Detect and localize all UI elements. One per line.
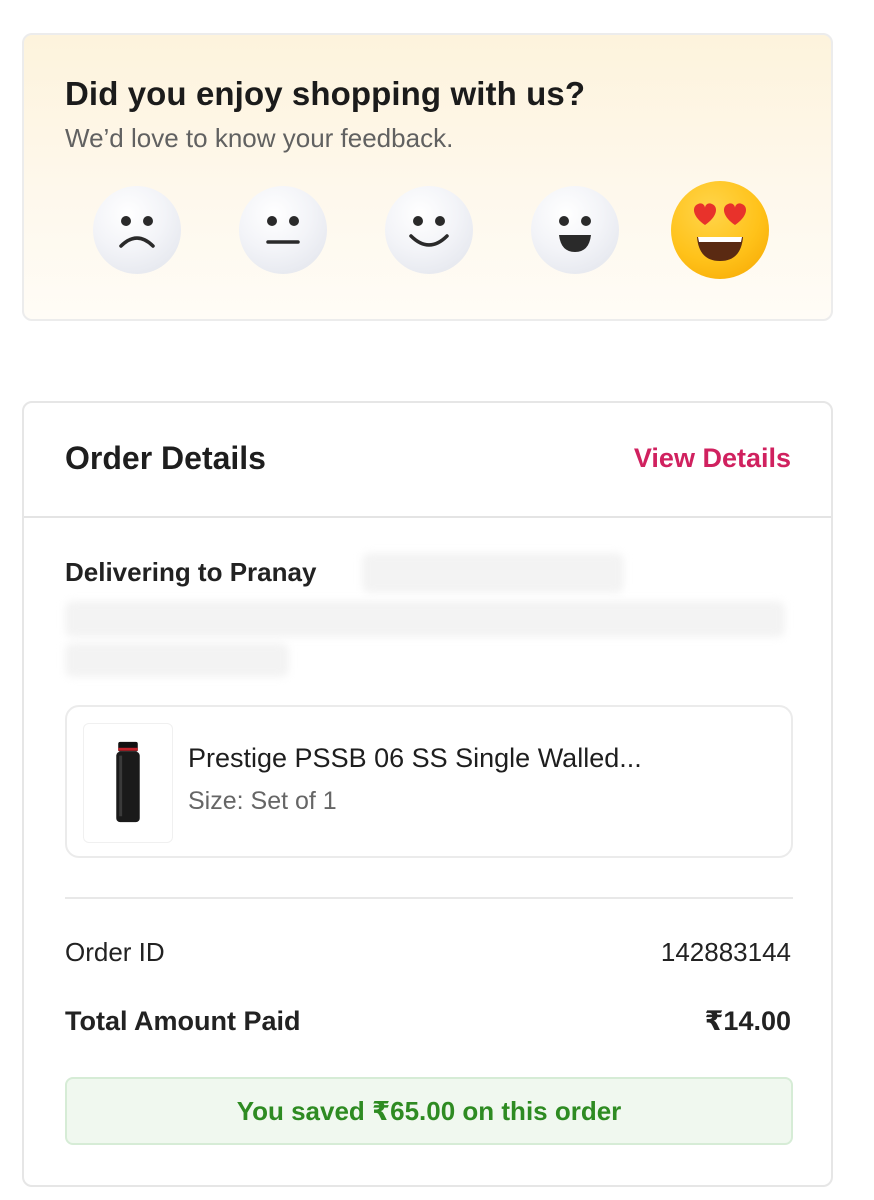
- order-details-card: Order Details View Details Delivering to…: [22, 401, 833, 1187]
- section-divider: [65, 897, 793, 899]
- redacted-address-line: [65, 601, 785, 637]
- order-id-label: Order ID: [65, 937, 165, 967]
- feedback-subtitle: We’d love to know your feedback.: [65, 123, 454, 153]
- grin-face-icon[interactable]: [531, 186, 619, 274]
- total-amount-value: ₹14.00: [704, 1006, 791, 1036]
- header-divider: [24, 516, 831, 518]
- product-item[interactable]: Prestige PSSB 06 SS Single Walled... Siz…: [65, 705, 793, 858]
- order-details-title: Order Details: [65, 440, 266, 476]
- neutral-face-icon[interactable]: [239, 186, 327, 274]
- feedback-title: Did you enjoy shopping with us?: [65, 75, 586, 112]
- savings-banner: You saved ₹65.00 on this order: [65, 1077, 793, 1145]
- delivering-to-label: Delivering to Pranay: [65, 557, 317, 587]
- redacted-address-line: [65, 643, 289, 677]
- total-amount-label: Total Amount Paid: [65, 1006, 301, 1036]
- order-id-value: 142883144: [660, 937, 791, 967]
- smile-face-icon[interactable]: [385, 186, 473, 274]
- redacted-address-line: [362, 553, 624, 593]
- feedback-card: Did you enjoy shopping with us? We’d lov…: [22, 33, 833, 321]
- product-thumbnail: [83, 723, 173, 843]
- view-details-link[interactable]: View Details: [634, 443, 791, 474]
- sad-face-icon[interactable]: [93, 186, 181, 274]
- product-name: Prestige PSSB 06 SS Single Walled...: [188, 743, 642, 773]
- product-size: Size: Set of 1: [188, 787, 337, 815]
- heart-eyes-face-icon[interactable]: [671, 181, 769, 279]
